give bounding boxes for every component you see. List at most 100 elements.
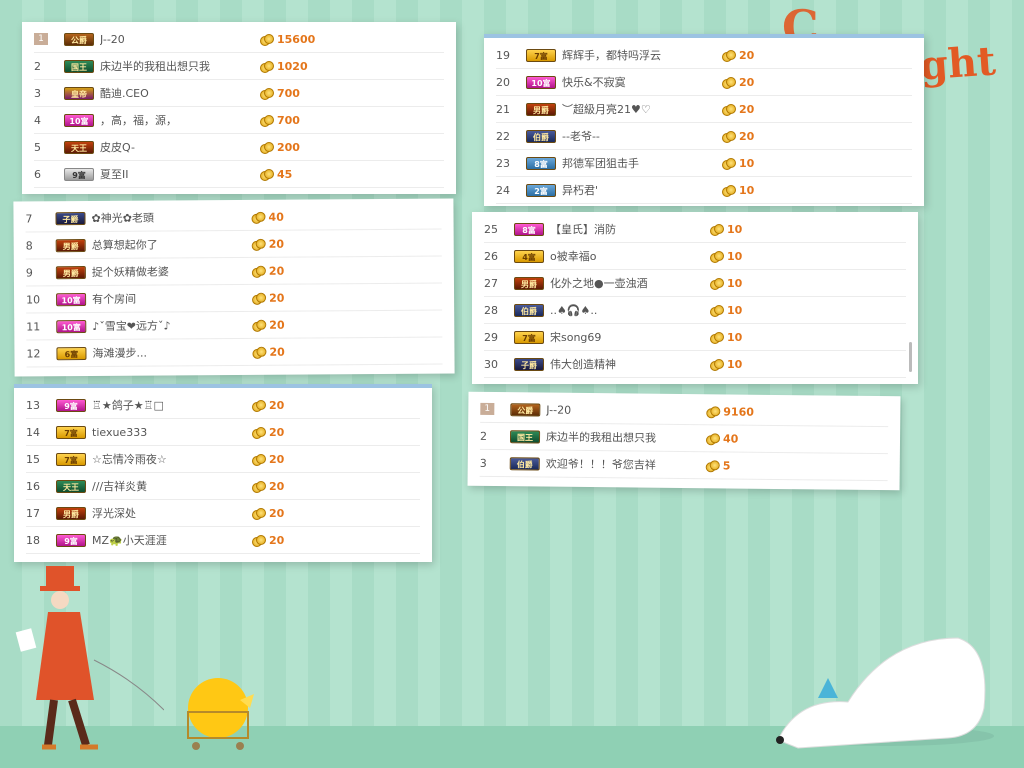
score-value: 5: [722, 458, 731, 472]
table-row: 27 男爵 化外之地●一壶浊酒 10: [484, 270, 906, 297]
scrollbar[interactable]: [909, 342, 912, 372]
user-name[interactable]: J--20: [100, 33, 260, 46]
table-row: 21 男爵 ︶超級月亮21♥♡ 20: [496, 96, 912, 123]
score: 10: [710, 250, 742, 263]
user-name[interactable]: tiexue333: [92, 426, 252, 439]
coin-icon: [260, 142, 274, 154]
score: 20: [252, 318, 284, 331]
user-name[interactable]: 捉个妖精做老婆: [92, 263, 252, 280]
rank-number: 12: [26, 346, 41, 360]
coin-icon: [706, 460, 718, 470]
score-value: 700: [277, 113, 300, 127]
score-value: 20: [269, 345, 285, 359]
rank-number: 30: [484, 357, 498, 371]
user-name[interactable]: ..♠🎧♠..: [550, 304, 710, 317]
user-name[interactable]: --老爷--: [562, 128, 722, 144]
user-name[interactable]: 欢迎爷！！！爷您吉祥: [546, 456, 706, 474]
score-value: 10: [727, 330, 743, 344]
decor-text: ght: [918, 37, 998, 90]
score: 20: [252, 507, 284, 520]
table-row: 3 伯爵 欢迎爷！！！爷您吉祥 5: [479, 449, 888, 482]
table-row: 6 9富 夏至II 45: [34, 161, 444, 188]
coin-icon: [722, 77, 736, 89]
rank-number: 4: [34, 113, 41, 127]
score-value: 10: [727, 222, 743, 236]
table-row: 19 7富 辉辉手，都特吗浮云 20: [496, 42, 912, 69]
rank-badge: 男爵: [55, 238, 86, 252]
score: 5: [706, 459, 731, 472]
user-name[interactable]: 快乐&不寂寞: [562, 74, 722, 90]
rank-badge: 7富: [526, 48, 556, 62]
coin-icon: [710, 359, 724, 371]
user-name[interactable]: ♖★鸽子★♖□: [92, 397, 252, 413]
man-with-hat-illustration: [15, 566, 164, 750]
score: 20: [722, 49, 754, 62]
ranking-panel-1-6: 1 公爵 J--20 15600 2 国王 床边半的我租出想只我 1020 3 皇帝 酷迪.CEO 7…: [22, 22, 456, 194]
score-value: 20: [269, 479, 285, 493]
rank-badge: 2富: [526, 183, 556, 197]
rank-number: 3: [479, 456, 487, 470]
coin-icon: [722, 50, 736, 62]
rank-badge: 7富: [56, 425, 86, 439]
rank-number: 2: [479, 429, 488, 443]
table-row: 29 7富 宋song69 10: [484, 324, 906, 351]
coin-icon: [722, 131, 736, 143]
score-value: 20: [739, 48, 755, 62]
score-value: 10: [727, 357, 743, 371]
user-name[interactable]: ✿神光✿老頭: [91, 209, 251, 226]
rank-badge: 9富: [56, 533, 86, 547]
score: 20: [252, 426, 284, 439]
user-name[interactable]: ♪ˇ雪宝❤远方ˇ♪: [92, 317, 252, 334]
rank-number: 17: [26, 506, 40, 520]
user-name[interactable]: 宋song69: [550, 329, 710, 345]
rank-number: 1: [480, 402, 495, 416]
user-name[interactable]: 海滩漫步...: [92, 344, 252, 361]
score: 20: [722, 103, 754, 116]
coin-icon: [251, 212, 263, 222]
user-name[interactable]: o被幸福o: [550, 248, 710, 264]
user-name[interactable]: ☆忘情冷雨夜☆: [92, 451, 252, 467]
user-name[interactable]: 床边半的我租出想只我: [100, 58, 260, 74]
table-row: 1 公爵 J--20 15600: [34, 26, 444, 53]
user-name[interactable]: 辉辉手，都特吗浮云: [562, 47, 722, 63]
user-name[interactable]: 床边半的我租出想只我: [546, 429, 706, 447]
user-name[interactable]: MZ🐢小天涯涯: [92, 532, 252, 548]
score: 1020: [260, 60, 308, 73]
user-name[interactable]: 浮光深处: [92, 505, 252, 521]
user-name[interactable]: 伟大创造精神: [550, 356, 710, 372]
score: 20: [252, 399, 284, 412]
rank-badge: 10富: [56, 292, 87, 306]
user-name[interactable]: 【皇氏】消防: [550, 221, 710, 237]
score-value: 20: [269, 506, 285, 520]
user-name[interactable]: 有个房间: [92, 290, 252, 307]
rank-number: 5: [34, 140, 41, 154]
user-name[interactable]: 邦德军团狙击手: [562, 155, 722, 171]
coin-icon: [706, 406, 718, 416]
rank-number: 15: [26, 452, 40, 466]
user-name[interactable]: 化外之地●一壶浊酒: [550, 275, 710, 291]
user-name[interactable]: 总算想起你了: [92, 236, 252, 253]
table-row: 10 10富 有个房间 20: [25, 283, 443, 314]
rank-badge: 公爵: [510, 402, 541, 416]
user-name[interactable]: ，高，福，源，: [100, 112, 260, 128]
score: 200: [260, 141, 300, 154]
rank-badge: 9富: [56, 398, 86, 412]
user-name[interactable]: 酷迪.CEO: [100, 85, 260, 101]
user-name[interactable]: 皮皮Q-: [100, 139, 260, 155]
table-row: 1 公爵 J--20 9160: [480, 395, 889, 428]
score-value: 700: [277, 86, 300, 100]
user-name[interactable]: J--20: [546, 403, 706, 418]
rank-badge: 6富: [56, 346, 87, 360]
rank-badge: 子爵: [514, 357, 544, 371]
score-value: 20: [268, 237, 285, 251]
coin-icon: [252, 239, 264, 249]
table-row: 8 男爵 总算想起你了 20: [25, 229, 442, 260]
user-name[interactable]: ///吉祥炎黄: [92, 478, 252, 494]
user-name[interactable]: 夏至II: [100, 166, 260, 182]
user-name[interactable]: ︶超級月亮21♥♡: [562, 101, 722, 117]
score: 10: [710, 304, 742, 317]
coin-icon: [260, 169, 274, 181]
user-name[interactable]: 异朽君': [562, 182, 722, 198]
ranking-panel-7-12: 7 子爵 ✿神光✿老頭 40 8 男爵 总算想起你了 20 9 男爵 捉个妖精做老婆 20 10 10富有…: [13, 198, 455, 377]
score-value: 20: [269, 398, 285, 412]
